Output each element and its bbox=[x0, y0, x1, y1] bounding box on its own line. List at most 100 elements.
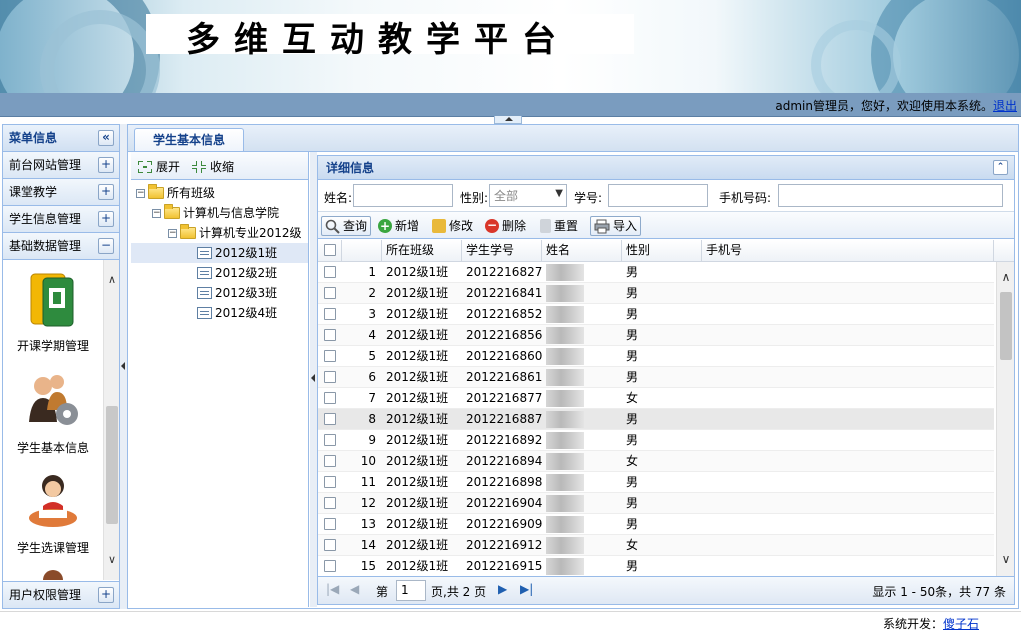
row-checkbox[interactable] bbox=[324, 308, 336, 320]
table-row[interactable]: 8 2012级1班 2012216887 男 bbox=[318, 409, 994, 430]
collapse-menu-button[interactable]: « bbox=[98, 130, 114, 146]
column-header-phone[interactable]: 手机号 bbox=[702, 240, 994, 262]
table-row[interactable]: 5 2012级1班 2012216860 男 bbox=[318, 346, 994, 367]
tree-node-all-classes[interactable]: − 所有班级 bbox=[136, 183, 215, 203]
scroll-thumb[interactable] bbox=[106, 406, 118, 524]
table-row[interactable]: 12 2012级1班 2012216904 男 bbox=[318, 493, 994, 514]
collapse-icon[interactable]: − bbox=[98, 238, 114, 254]
table-row[interactable]: 1 2012级1班 2012216827 男 bbox=[318, 262, 994, 283]
delete-button[interactable]: − 删除 bbox=[482, 216, 529, 236]
menu-item-partial[interactable] bbox=[3, 564, 103, 580]
row-checkbox[interactable] bbox=[324, 455, 336, 467]
tree-node-class-4[interactable]: 2012级4班 bbox=[197, 303, 277, 323]
select-all-checkbox[interactable] bbox=[324, 244, 336, 256]
expand-all-button[interactable]: 展开 bbox=[137, 158, 180, 175]
prev-page-icon[interactable]: ◀ bbox=[350, 582, 359, 596]
logout-link[interactable]: 退出 bbox=[993, 99, 1017, 113]
column-header-name[interactable]: 姓名 bbox=[542, 240, 622, 262]
row-checkbox[interactable] bbox=[324, 287, 336, 299]
column-header-gender[interactable]: 性别 bbox=[622, 240, 702, 262]
table-row[interactable]: 7 2012级1班 2012216877 女 bbox=[318, 388, 994, 409]
phone-input[interactable] bbox=[778, 184, 1003, 207]
expand-icon[interactable]: + bbox=[98, 184, 114, 200]
table-row[interactable]: 14 2012级1班 2012216912 女 bbox=[318, 535, 994, 556]
table-row[interactable]: 13 2012级1班 2012216909 男 bbox=[318, 514, 994, 535]
tree-node-class-3[interactable]: 2012级3班 bbox=[197, 283, 277, 303]
grid-scrollbar[interactable]: ∧ ∨ bbox=[996, 262, 1014, 576]
row-checkbox[interactable] bbox=[324, 560, 336, 572]
collapse-header-handle[interactable] bbox=[494, 116, 522, 124]
table-row[interactable]: 6 2012级1班 2012216861 男 bbox=[318, 367, 994, 388]
menu-section-student-info[interactable]: 学生信息管理 + bbox=[3, 206, 119, 233]
scroll-down-icon[interactable]: ∨ bbox=[104, 552, 119, 568]
row-checkbox[interactable] bbox=[324, 350, 336, 362]
menu-section-base-data[interactable]: 基础数据管理 − bbox=[3, 233, 119, 260]
left-splitter[interactable] bbox=[120, 124, 127, 609]
column-header-class[interactable]: 所在班级 bbox=[382, 240, 462, 262]
table-row[interactable]: 9 2012级1班 2012216892 男 bbox=[318, 430, 994, 451]
row-checkbox[interactable] bbox=[324, 392, 336, 404]
table-row[interactable]: 10 2012级1班 2012216894 女 bbox=[318, 451, 994, 472]
tree-node-class-2[interactable]: 2012级2班 bbox=[197, 263, 277, 283]
table-row[interactable]: 15 2012级1班 2012216915 男 bbox=[318, 556, 994, 576]
row-checkbox[interactable] bbox=[324, 518, 336, 530]
next-page-icon[interactable]: ▶ bbox=[498, 582, 507, 596]
menu-item-student-basic[interactable]: 学生基本信息 bbox=[3, 370, 103, 456]
developer-link[interactable]: 傻子石 bbox=[943, 617, 979, 631]
row-checkbox[interactable] bbox=[324, 539, 336, 551]
scroll-thumb[interactable] bbox=[1000, 292, 1012, 360]
row-checkbox[interactable] bbox=[324, 329, 336, 341]
table-row[interactable]: 11 2012级1班 2012216898 男 bbox=[318, 472, 994, 493]
scroll-up-icon[interactable]: ∧ bbox=[997, 270, 1014, 284]
scroll-down-icon[interactable]: ∨ bbox=[997, 552, 1014, 566]
menu-item-course-select[interactable]: 学生选课管理 bbox=[3, 470, 103, 556]
row-checkbox[interactable] bbox=[324, 266, 336, 278]
menu-section-classroom[interactable]: 课堂教学 + bbox=[3, 179, 119, 206]
menu-section-user-permission[interactable]: 用户权限管理 + bbox=[3, 581, 119, 608]
reset-button[interactable]: 重置 bbox=[537, 216, 581, 236]
row-checkbox[interactable] bbox=[324, 497, 336, 509]
student-no-input[interactable] bbox=[608, 184, 708, 207]
tree-node-class-1[interactable]: 2012级1班 bbox=[131, 243, 308, 263]
collapse-left-icon[interactable] bbox=[121, 362, 125, 370]
row-checkbox[interactable] bbox=[324, 413, 336, 425]
table-row[interactable]: 2 2012级1班 2012216841 男 bbox=[318, 283, 994, 304]
cell-class: 2012级1班 bbox=[386, 412, 449, 426]
add-button[interactable]: + 新增 bbox=[375, 216, 422, 236]
menu-section-label: 基础数据管理 bbox=[9, 239, 82, 253]
collapse-up-icon[interactable]: ⌃ bbox=[993, 160, 1008, 175]
table-row[interactable]: 4 2012级1班 2012216856 男 bbox=[318, 325, 994, 346]
first-page-icon[interactable]: |◀ bbox=[326, 582, 339, 596]
column-header-student-no[interactable]: 学生学号 bbox=[462, 240, 542, 262]
edit-button[interactable]: 修改 bbox=[429, 216, 476, 236]
chevron-down-icon[interactable]: ▼ bbox=[555, 188, 563, 199]
menu-section-frontend[interactable]: 前台网站管理 + bbox=[3, 152, 119, 179]
tree-collapse-icon[interactable]: − bbox=[168, 228, 177, 238]
row-checkbox[interactable] bbox=[324, 371, 336, 383]
page-number-input[interactable]: 1 bbox=[396, 580, 426, 601]
collapse-tree-icon[interactable] bbox=[311, 374, 315, 382]
tree-collapse-icon[interactable]: − bbox=[136, 188, 145, 198]
expand-icon[interactable]: + bbox=[98, 211, 114, 227]
last-page-icon[interactable]: ▶| bbox=[520, 582, 533, 596]
tree-node-major[interactable]: − 计算机专业2012级 bbox=[168, 223, 302, 243]
expand-icon[interactable]: + bbox=[98, 587, 114, 603]
tree-splitter[interactable] bbox=[310, 152, 317, 607]
name-input[interactable] bbox=[353, 184, 453, 207]
class-leaf-icon bbox=[197, 247, 212, 259]
row-checkbox[interactable] bbox=[324, 476, 336, 488]
tree-collapse-icon[interactable]: − bbox=[152, 208, 161, 218]
gender-select[interactable]: 全部 ▼ bbox=[489, 184, 567, 207]
query-button[interactable]: 查询 bbox=[321, 216, 372, 236]
row-checkbox[interactable] bbox=[324, 434, 336, 446]
row-number: 9 bbox=[368, 433, 376, 447]
scroll-up-icon[interactable]: ∧ bbox=[104, 272, 119, 288]
table-row[interactable]: 3 2012级1班 2012216852 男 bbox=[318, 304, 994, 325]
menu-item-semester[interactable]: 开课学期管理 bbox=[3, 268, 103, 354]
collapse-all-button[interactable]: 收缩 bbox=[191, 158, 234, 175]
expand-icon[interactable]: + bbox=[98, 157, 114, 173]
import-button[interactable]: 导入 bbox=[590, 216, 642, 236]
tab-student-basic-info[interactable]: 学生基本信息 bbox=[134, 128, 244, 153]
tree-node-college[interactable]: − 计算机与信息学院 bbox=[152, 203, 279, 223]
menu-scrollbar[interactable]: ∧ ∨ bbox=[103, 260, 119, 580]
